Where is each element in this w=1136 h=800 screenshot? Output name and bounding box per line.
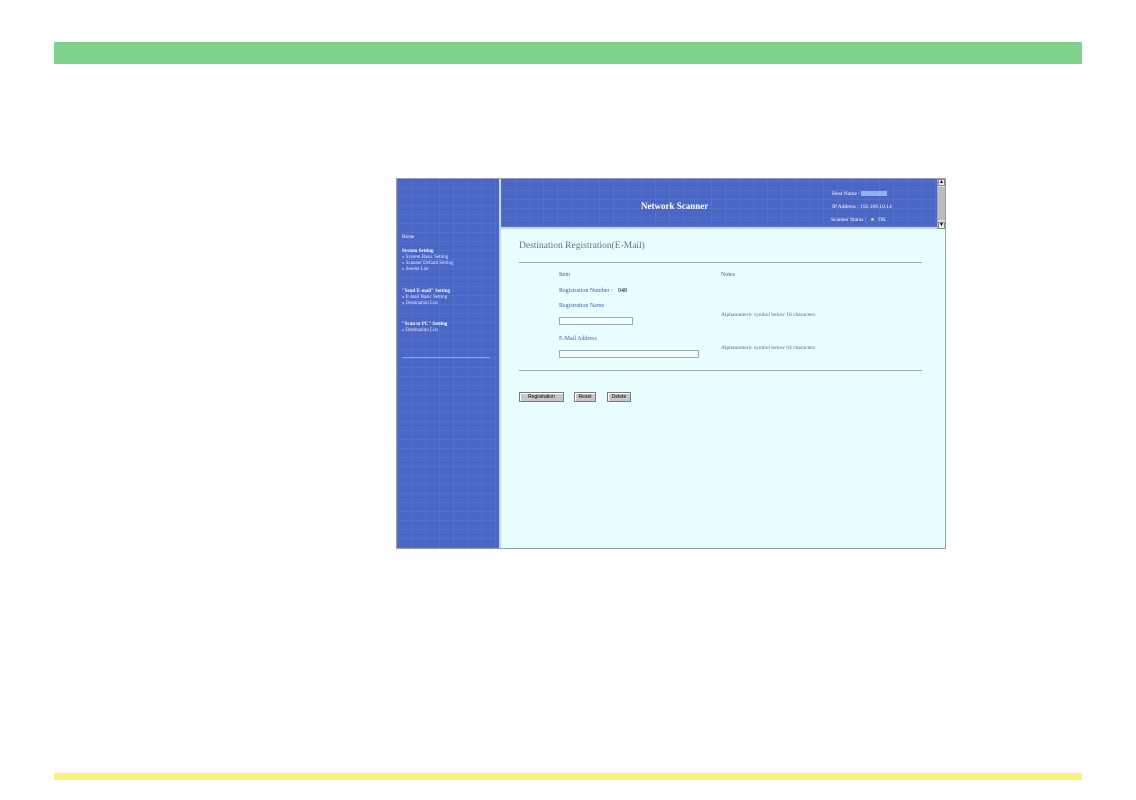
ip-address-label: IP Address : — [832, 204, 859, 210]
sidebar-item-sender-list[interactable]: » Sender List — [402, 267, 454, 273]
registration-name-label: Registration Name — [559, 303, 605, 309]
reset-button[interactable]: Reset — [574, 392, 596, 402]
sidebar: Home System Setting » System Basic Setti… — [397, 179, 501, 548]
bottom-color-band — [54, 773, 1082, 780]
bottom-divider — [519, 370, 922, 371]
scanner-status-label: Scanner Status : — [831, 217, 867, 223]
host-name-row: Host Name : — [832, 191, 888, 197]
scroll-down-arrow-icon[interactable]: ▼ — [938, 222, 945, 229]
scroll-up-arrow-icon[interactable]: ▲ — [938, 179, 945, 186]
scanner-status-value: OK — [878, 217, 887, 223]
header: Network Scanner Host Name : IP Address :… — [501, 179, 937, 229]
column-header-notes: Notes — [721, 272, 735, 278]
registration-number-value: 048 — [618, 288, 627, 294]
delete-button[interactable]: Delete — [607, 392, 631, 402]
email-address-note: Alphanumeric symbol below 64 characters — [721, 345, 816, 351]
sidebar-item-pc-destination-list[interactable]: » Destination List — [402, 328, 447, 334]
host-name-label: Host Name : — [832, 191, 860, 197]
top-color-band — [54, 42, 1082, 64]
sidebar-item-home[interactable]: Home — [402, 235, 414, 240]
scroll-thumb[interactable] — [938, 187, 945, 220]
top-divider — [519, 262, 922, 263]
registration-name-note: Alphanumeric symbol below 16 characters — [721, 312, 816, 318]
sidebar-divider — [402, 357, 490, 358]
scrollbar[interactable]: ▲ ▼ — [937, 179, 945, 229]
column-header-item: Item — [559, 272, 570, 278]
ip-address-row: IP Address : 192.168.10.14 — [832, 204, 892, 210]
registration-button[interactable]: Registration — [519, 392, 564, 402]
status-ok-indicator-icon — [870, 218, 874, 222]
registration-name-input[interactable] — [559, 317, 633, 325]
page-title: Destination Registration(E-Mail) — [519, 241, 645, 251]
host-name-redacted — [861, 191, 888, 197]
browser-window: Home System Setting » System Basic Setti… — [396, 178, 946, 549]
sidebar-item-email-destination-list[interactable]: » Destination List — [402, 301, 450, 307]
main-content: Destination Registration(E-Mail) Item No… — [501, 229, 945, 548]
scanner-status-row: Scanner Status : OK — [831, 217, 886, 223]
app-title: Network Scanner — [641, 201, 709, 211]
ip-address-value: 192.168.10.14 — [860, 204, 892, 210]
email-address-label: E-Mail Address — [559, 336, 597, 342]
sidebar-group-scan-to-pc: "Scan to PC" Setting » Destination List — [402, 322, 447, 334]
sidebar-group-send-email: "Send E-mail" Setting » E-mail Basic Set… — [402, 289, 450, 307]
registration-number-label: Registration Number : — [559, 288, 613, 294]
email-address-input[interactable] — [559, 350, 699, 358]
sidebar-group-system: System Setting » System Basic Setting » … — [402, 249, 454, 273]
